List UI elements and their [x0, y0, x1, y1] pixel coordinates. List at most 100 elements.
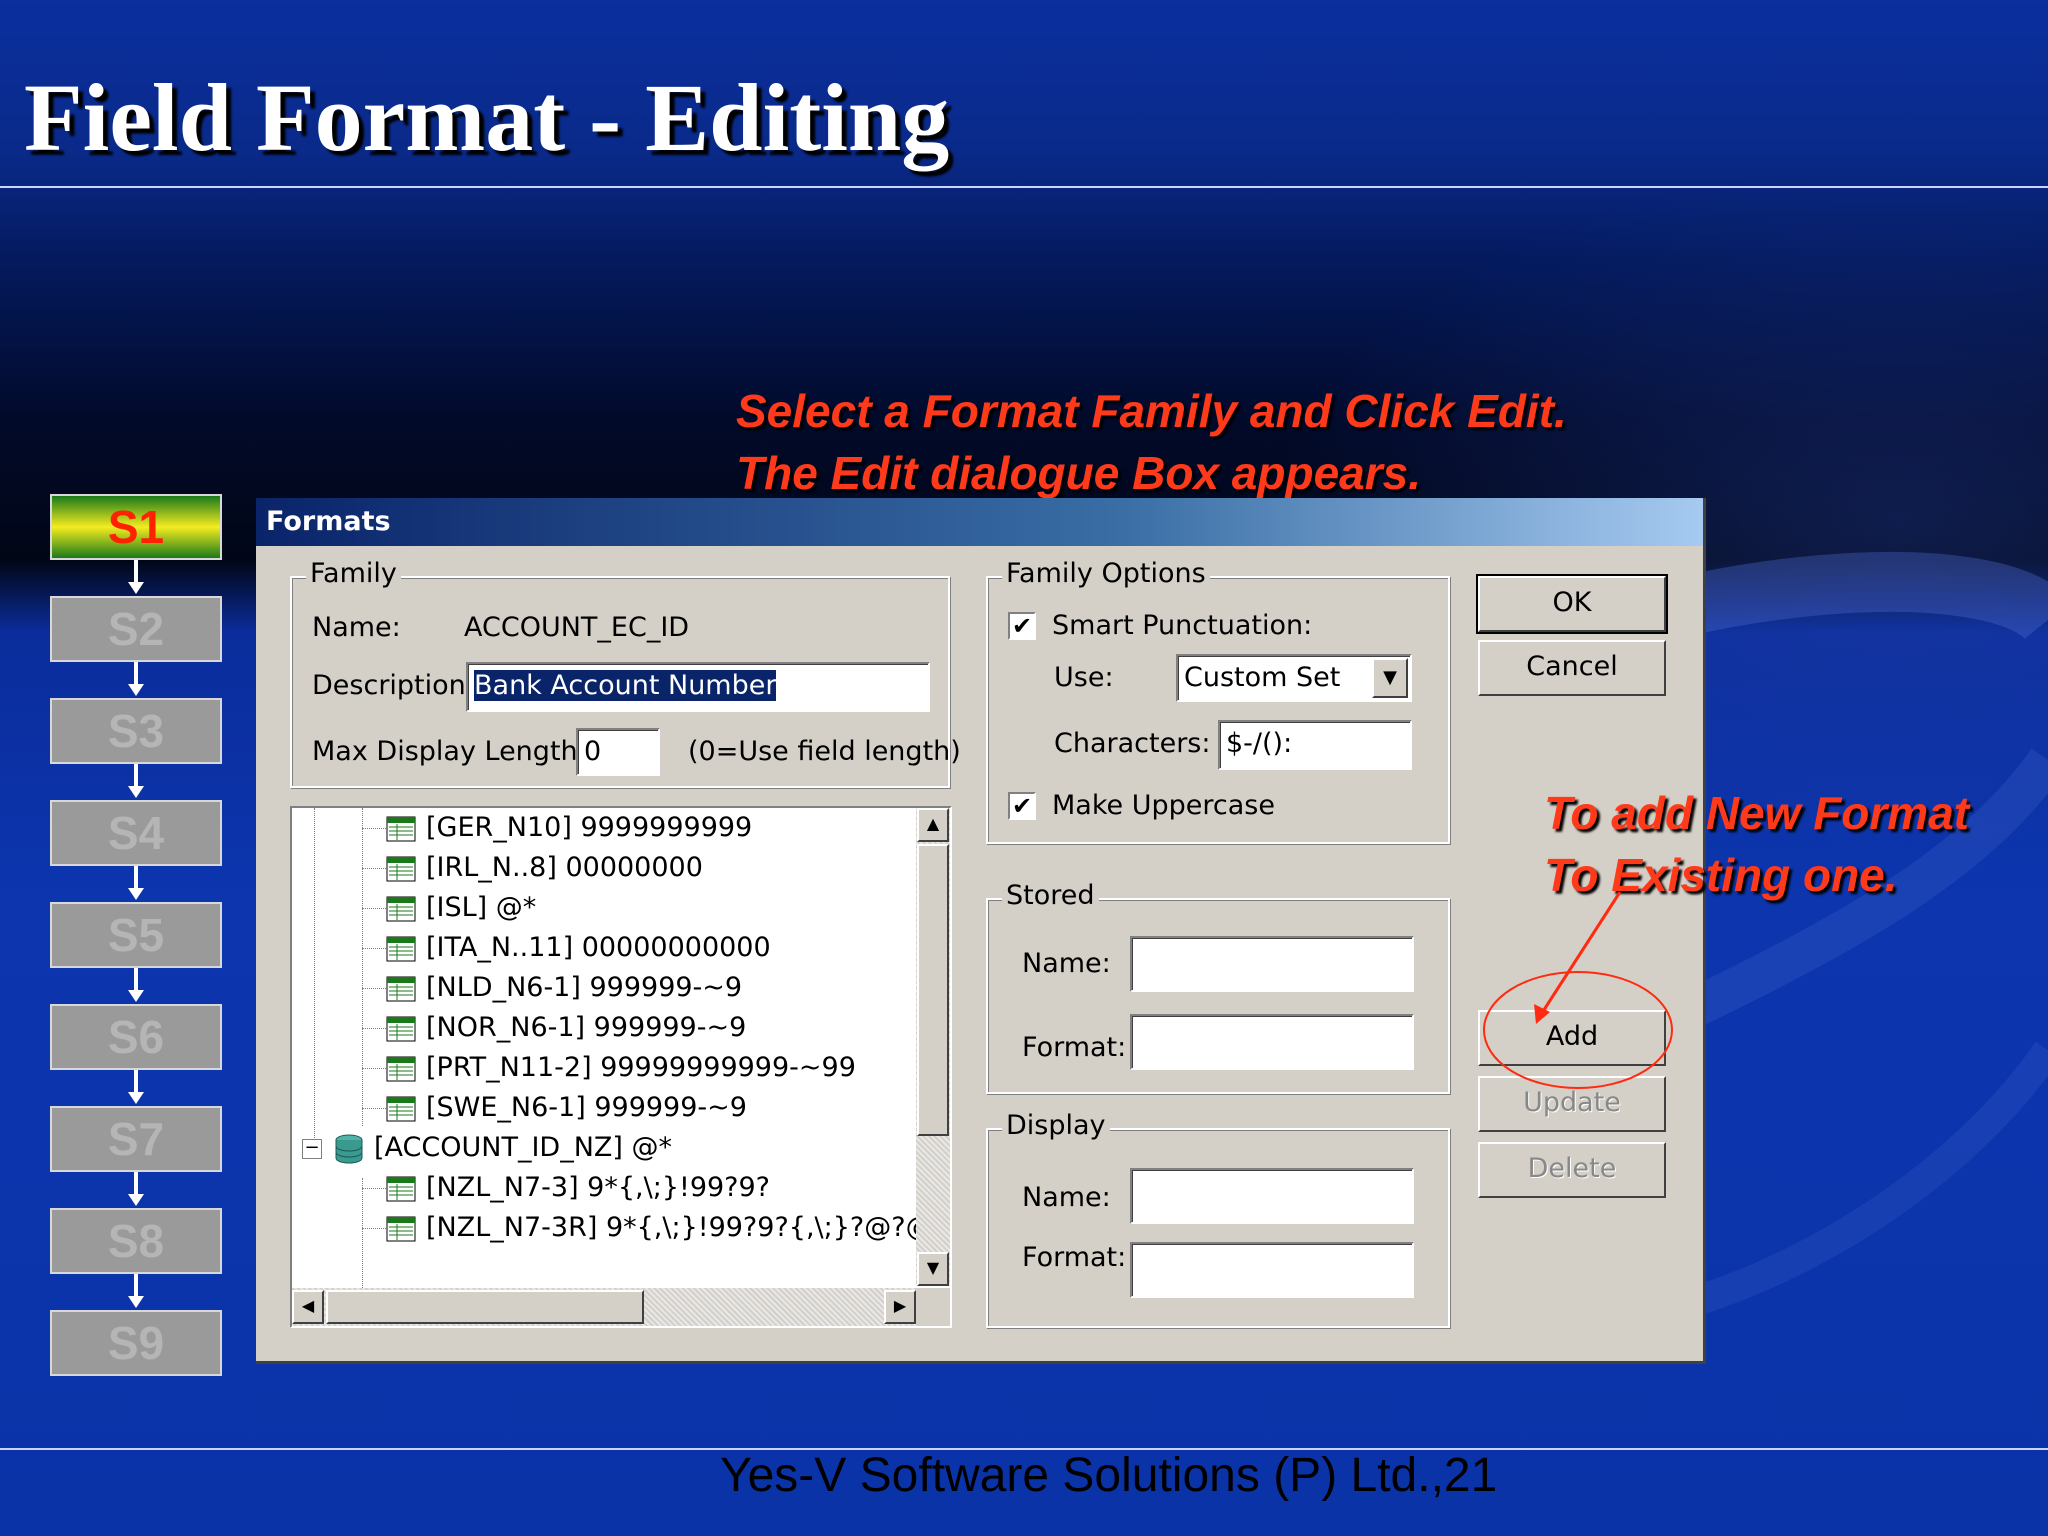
tree-vertical-scrollbar[interactable]: ▲ ▼: [916, 808, 950, 1286]
step-connector: [134, 560, 138, 582]
down-arrow-icon: [128, 1092, 144, 1104]
display-name-input[interactable]: [1130, 1168, 1414, 1224]
step-s4[interactable]: S4: [50, 800, 222, 866]
use-combobox-value: Custom Set: [1184, 662, 1341, 693]
family-options-label: Family Options: [1002, 558, 1210, 589]
tree-item[interactable]: [GER_N10] 9999999999: [362, 808, 752, 848]
max-display-length-input[interactable]: 0: [576, 728, 660, 776]
characters-input[interactable]: $-/():: [1218, 720, 1412, 770]
tree-item-label: [GER_N10] 9999999999: [426, 812, 753, 843]
formats-tree[interactable]: [GER_N10] 9999999999 [IRL_N..8] 00000000…: [290, 806, 952, 1328]
step-s7[interactable]: S7: [50, 1106, 222, 1172]
format-table-icon: [386, 976, 416, 1001]
tree-item-label: [NOR_N6-1] 999999-~9: [426, 1012, 747, 1043]
footer-text: Yes-V Software Solutions (P) Ltd.,21: [720, 1449, 1498, 1502]
format-table-icon: [386, 816, 416, 841]
down-arrow-icon: [128, 888, 144, 900]
callout-arrow-line: [1538, 891, 1622, 1017]
use-combobox[interactable]: Custom Set ▼: [1176, 654, 1412, 702]
step-s1[interactable]: S1: [50, 494, 222, 560]
family-name-label: Name:: [312, 612, 401, 643]
down-arrow-icon: [128, 1296, 144, 1308]
tree-item-label: [SWE_N6-1] 999999-~9: [426, 1092, 747, 1123]
step-connector: [134, 764, 138, 786]
stored-format-input[interactable]: [1130, 1014, 1414, 1070]
scroll-left-button[interactable]: ◀: [292, 1290, 324, 1324]
tree-item[interactable]: [NLD_N6-1] 999999-~9: [362, 968, 742, 1008]
ok-button[interactable]: OK: [1476, 574, 1668, 634]
step-s2[interactable]: S2: [50, 596, 222, 662]
tree-horizontal-scrollbar[interactable]: ◀ ▶: [292, 1288, 916, 1326]
instruction-line-2: The Edit dialogue Box appears.: [736, 447, 1422, 499]
make-uppercase-label: Make Uppercase: [1052, 790, 1275, 821]
tree-item-label: [IRL_N..8] 00000000: [426, 852, 703, 883]
instruction-line-1: Select a Format Family and Click Edit.: [736, 385, 1567, 437]
stored-name-label: Name:: [1022, 948, 1111, 979]
tree-guide-line: [314, 808, 315, 1158]
callout-annotation: [1483, 891, 1673, 1089]
callout-line-1: To add New Format: [1544, 787, 1970, 839]
format-table-icon: [386, 1176, 416, 1201]
format-table-icon: [386, 896, 416, 921]
tree-item-label: [PRT_N11-2] 99999999999-~99: [426, 1052, 856, 1083]
display-format-label: Format:: [1022, 1242, 1127, 1273]
display-group-label: Display: [1002, 1110, 1110, 1141]
tree-item[interactable]: [NOR_N6-1] 999999-~9: [362, 1008, 746, 1048]
step-connector: [134, 1274, 138, 1296]
format-table-icon: [386, 1216, 416, 1241]
step-s6[interactable]: S6: [50, 1004, 222, 1070]
slide-title: Field Format - Editing: [24, 64, 950, 171]
max-display-length-label: Max Display Length:: [312, 736, 587, 767]
smart-punctuation-label: Smart Punctuation:: [1052, 610, 1313, 641]
format-table-icon: [386, 1096, 416, 1121]
scroll-up-button[interactable]: ▲: [917, 808, 949, 842]
delete-button[interactable]: Delete: [1478, 1142, 1666, 1198]
display-format-input[interactable]: [1130, 1242, 1414, 1298]
step-connector: [134, 1070, 138, 1092]
step-connector: [134, 968, 138, 990]
scroll-right-button[interactable]: ▶: [884, 1290, 916, 1324]
tree-item[interactable]: [PRT_N11-2] 99999999999-~99: [362, 1048, 856, 1088]
format-table-icon: [386, 856, 416, 881]
stored-group-label: Stored: [1002, 880, 1099, 911]
cancel-button[interactable]: Cancel: [1478, 640, 1666, 696]
step-s3[interactable]: S3: [50, 698, 222, 764]
description-input[interactable]: Bank Account Number: [466, 662, 930, 712]
display-group: [986, 1128, 1450, 1328]
tree-item[interactable]: [IRL_N..8] 00000000: [362, 848, 703, 888]
tree-item[interactable]: [NZL_N7-3R] 9*{,\;}!99?9?{,\;}?@?@?: [362, 1208, 947, 1248]
tree-item-label: [ISL] @*: [426, 892, 537, 923]
down-arrow-icon: [128, 582, 144, 594]
dropdown-arrow-icon[interactable]: ▼: [1372, 658, 1408, 698]
database-icon: [335, 1134, 363, 1164]
step-connector: [134, 1172, 138, 1194]
step-s8[interactable]: S8: [50, 1208, 222, 1274]
smart-punctuation-checkbox[interactable]: ✔: [1008, 612, 1036, 640]
stored-name-input[interactable]: [1130, 936, 1414, 992]
stored-format-label: Format:: [1022, 1032, 1127, 1063]
tree-item[interactable]: [ISL] @*: [362, 888, 536, 928]
format-table-icon: [386, 1056, 416, 1081]
tree-item[interactable]: [SWE_N6-1] 999999-~9: [362, 1088, 747, 1128]
vertical-scroll-thumb[interactable]: [917, 844, 949, 1136]
tree-item-label: [ACCOUNT_ID_NZ] @*: [374, 1132, 673, 1163]
family-name-value: ACCOUNT_EC_ID: [464, 612, 690, 643]
format-table-icon: [386, 1016, 416, 1041]
collapse-toggle[interactable]: −: [302, 1138, 322, 1159]
make-uppercase-checkbox[interactable]: ✔: [1008, 792, 1036, 820]
use-label: Use:: [1054, 662, 1114, 693]
step-s9[interactable]: S9: [50, 1310, 222, 1376]
family-group-label: Family: [306, 558, 401, 589]
horizontal-scroll-thumb[interactable]: [326, 1290, 644, 1324]
slide-background: Field Format - Editing Select a Format F…: [0, 0, 2048, 1536]
dialog-titlebar[interactable]: Formats: [256, 498, 1703, 546]
tree-item[interactable]: [NZL_N7-3] 9*{,\;}!99?9?: [362, 1168, 770, 1208]
step-s5[interactable]: S5: [50, 902, 222, 968]
tree-item-label: [NLD_N6-1] 999999-~9: [426, 972, 743, 1003]
scroll-down-button[interactable]: ▼: [917, 1252, 949, 1286]
tree-item[interactable]: [ITA_N..11] 00000000000: [362, 928, 771, 968]
tree-family-node[interactable]: − [ACCOUNT_ID_NZ] @*: [302, 1128, 672, 1168]
tree-item-label: [ITA_N..11] 00000000000: [426, 932, 771, 963]
down-arrow-icon: [128, 684, 144, 696]
callout-arrowhead-icon: [1534, 1004, 1550, 1024]
